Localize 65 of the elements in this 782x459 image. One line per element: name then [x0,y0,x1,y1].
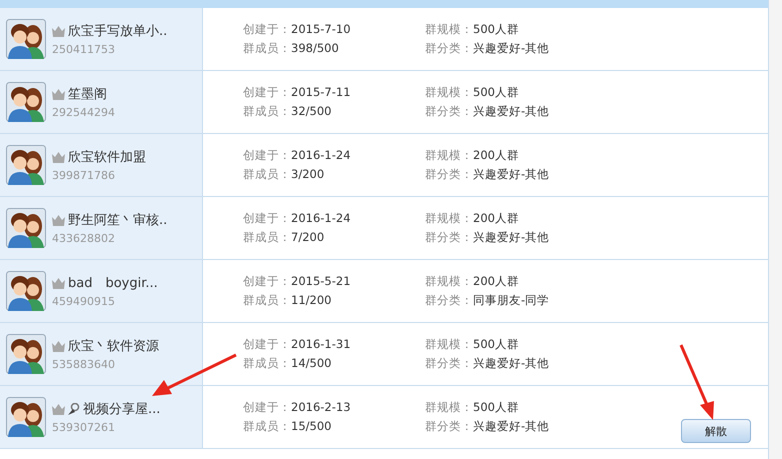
group-number: 433628802 [52,232,116,245]
group-cell[interactable]: 视频分享屋... 539307261 [0,386,203,448]
group-size: 群规模：500人群 [425,85,520,100]
group-avatar-icon [6,208,46,248]
group-name: 野生阿笙丶审核.. [68,212,168,229]
group-cell[interactable]: 欣宝软件加盟 399871786 [0,134,203,196]
group-number: 539307261 [52,421,116,434]
member-count: 群成员：3/200 [243,167,326,182]
group-number: 459490915 [52,295,116,308]
group-name: 笙墨阁 [68,86,107,103]
group-category: 群分类：兴趣爱好-其他 [425,230,550,245]
group-number: 535883640 [52,358,116,371]
created-date: 创建于：2016-2-13 [243,400,352,415]
group-cell[interactable]: 野生阿笙丶审核.. 433628802 [0,197,203,259]
group-size: 群规模：200人群 [425,211,520,226]
crown-icon [52,404,65,414]
group-category: 群分类：兴趣爱好-其他 [425,104,550,119]
created-date: 创建于：2015-7-10 [243,22,352,37]
group-avatar-icon [6,397,46,437]
crown-icon [52,278,65,288]
crown-icon [52,26,65,36]
group-avatar-icon [6,82,46,122]
created-date: 创建于：2015-5-21 [243,274,352,289]
created-date: 创建于：2015-7-11 [243,85,352,100]
group-name: 欣宝软件加盟 [68,149,146,166]
member-count: 群成员：11/200 [243,293,332,308]
group-size: 群规模：200人群 [425,274,520,289]
group-number: 250411753 [52,43,116,56]
group-name: bad boygir... [68,275,158,292]
member-count: 群成员：15/500 [243,419,332,434]
group-category: 群分类：同事朋友-同学 [425,293,550,308]
disband-button[interactable]: 解散 [681,419,751,443]
group-cell[interactable]: 欣宝丶软件资源 535883640 [0,323,203,385]
created-date: 创建于：2016-1-24 [243,148,352,163]
group-cell[interactable]: 笙墨阁 292544294 [0,71,203,133]
group-cell[interactable]: bad boygir... 459490915 [0,260,203,322]
crown-icon [52,88,65,100]
group-number: 399871786 [52,169,116,182]
group-category: 群分类：兴趣爱好-其他 [425,41,550,56]
group-category: 群分类：兴趣爱好-其他 [425,167,550,182]
group-name: 欣宝丶软件资源 [68,338,159,355]
crown-icon [52,152,65,162]
group-category: 群分类：兴趣爱好-其他 [425,419,550,434]
group-name: 视频分享屋... [83,401,160,418]
group-avatar-icon [6,271,46,311]
group-category: 群分类：兴趣爱好-其他 [425,356,550,371]
member-count: 群成员：398/500 [243,41,340,56]
created-date: 创建于：2016-1-31 [243,337,352,352]
group-avatar-icon [6,145,46,185]
group-number: 292544294 [52,106,115,119]
crown-icon [52,340,65,352]
group-size: 群规模：200人群 [425,148,520,163]
member-count: 群成员：7/200 [243,230,326,245]
group-cell[interactable]: 欣宝手写放单小.. 250411753 [0,8,203,70]
group-size: 群规模：500人群 [425,22,520,37]
member-count: 群成员：32/500 [243,104,332,119]
crown-icon [52,214,65,226]
group-size: 群规模：500人群 [425,400,520,415]
group-avatar-icon [6,334,46,374]
group-avatar-icon [6,19,46,59]
member-count: 群成员：14/500 [243,356,332,371]
video-icon [68,403,80,415]
created-date: 创建于：2016-1-24 [243,211,352,226]
group-name: 欣宝手写放单小.. [68,23,168,40]
group-size: 群规模：500人群 [425,337,520,352]
